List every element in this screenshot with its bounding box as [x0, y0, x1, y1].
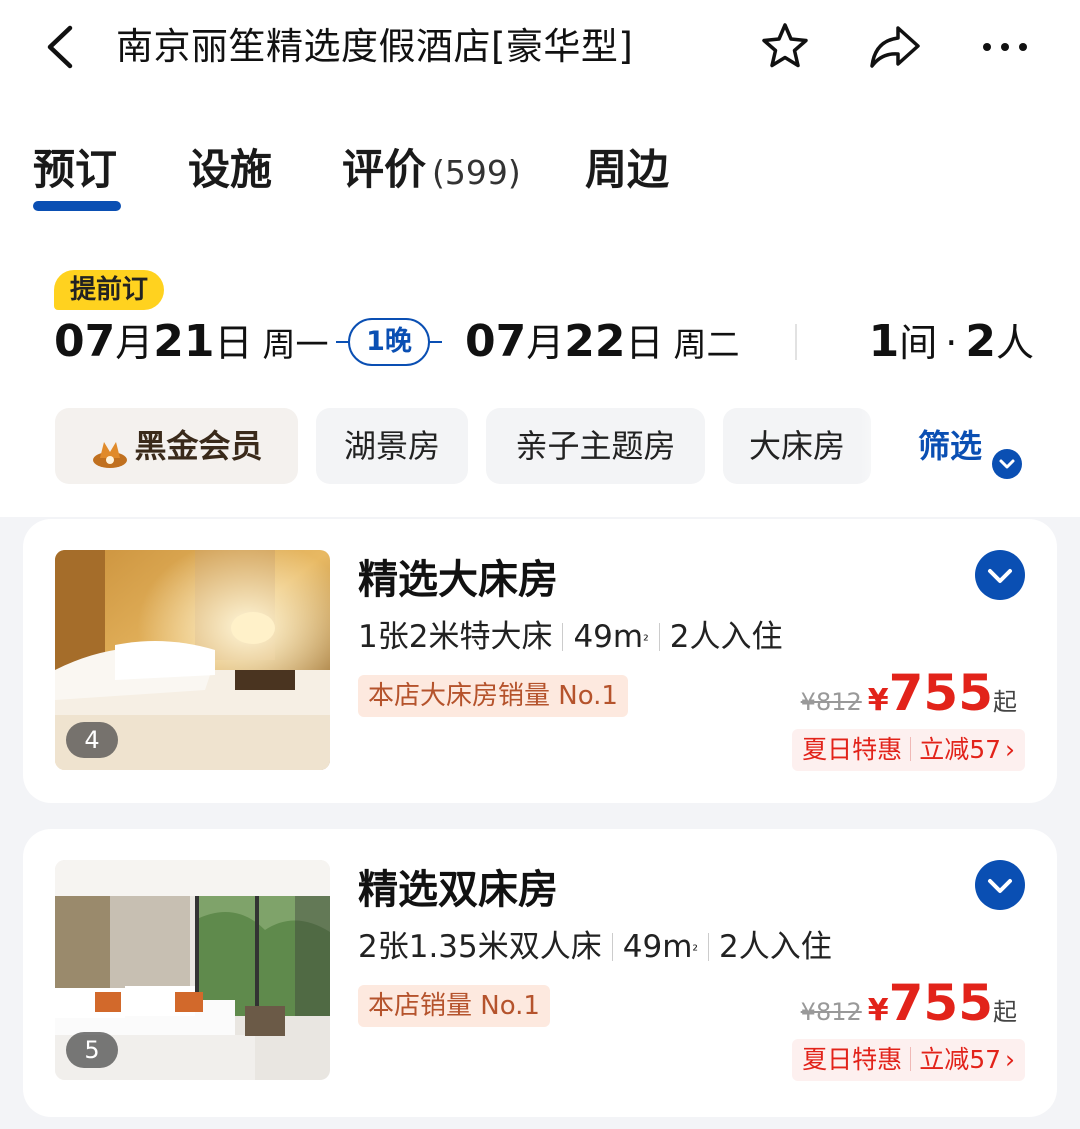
promo-divider [910, 737, 912, 761]
promo-name: 夏日特惠 [802, 1045, 903, 1074]
spec-divider [708, 932, 710, 961]
checkin-day: 21 [153, 316, 215, 367]
filter-chip-vip-label: 黑金会员 [134, 427, 263, 465]
active-tab-indicator [33, 201, 121, 211]
original-price: ¥812 [800, 688, 862, 716]
checkin-month-unit: 月 [115, 321, 154, 365]
rooms-unit: 间 [899, 321, 938, 365]
nights-count: 1晚 [348, 318, 430, 366]
promo-tag[interactable]: 夏日特惠 立减57 › [792, 1039, 1025, 1081]
sales-rank-badge: 本店大床房销量 No.1 [358, 675, 628, 717]
room-area: 49m [573, 619, 644, 655]
chevron-right-icon: › [1005, 735, 1015, 764]
spec-divider [562, 622, 564, 651]
checkin-day-unit: 日 [214, 321, 253, 365]
filter-bar: 黑金会员 湖景房 亲子主题房 大床房 筛选 [0, 408, 1080, 484]
filter-button-label: 筛选 [918, 427, 983, 465]
chevron-down-icon [992, 430, 1023, 479]
original-price: ¥812 [800, 998, 862, 1026]
back-icon[interactable] [38, 22, 88, 72]
checkout-weekday: 周二 [673, 325, 740, 364]
scroll-fade [860, 408, 900, 484]
chevron-right-icon: › [1005, 1045, 1015, 1074]
guests-num: 2 [965, 316, 996, 367]
currency-symbol: ¥ [867, 683, 889, 718]
tab-nearby[interactable]: 周边 [585, 142, 669, 198]
room-card[interactable]: 4 精选大床房 1张2米特大床 49m² 2人入住 本店大床房销量 No.1 ¥81… [23, 519, 1057, 803]
promo-discount: 立减57 [919, 1045, 1001, 1074]
occupancy: 2人入住 [669, 619, 783, 655]
current-price: 755 [888, 664, 993, 722]
price-suffix: 起 [993, 998, 1017, 1026]
date-divider [795, 324, 797, 360]
filter-chip-family[interactable]: 亲子主题房 [486, 408, 705, 484]
current-price: 755 [888, 974, 993, 1032]
date-selector[interactable]: 07月21日 周一 1晚 07月22日 周二 1间 · 2人 [54, 312, 1034, 372]
photo-count: 4 [66, 722, 118, 758]
tab-booking[interactable]: 预订 [33, 142, 117, 198]
room-area: 49m [622, 929, 693, 965]
price: ¥812 ¥755起 [801, 663, 1017, 727]
promo-tag[interactable]: 夏日特惠 立减57 › [792, 729, 1025, 771]
currency-symbol: ¥ [867, 993, 889, 1028]
price: ¥812 ¥755起 [801, 973, 1017, 1037]
bed-type: 2张1.35米双人床 [358, 929, 602, 965]
nights-line-right [428, 341, 442, 343]
checkin-weekday: 周一 [262, 325, 329, 364]
separator-dot: · [945, 321, 958, 365]
occupancy: 2人入住 [719, 929, 832, 965]
room-photo[interactable]: 4 [55, 550, 330, 770]
review-count: (599) [432, 153, 521, 192]
room-name: 精选大床房 [358, 557, 558, 603]
room-name: 精选双床房 [358, 867, 558, 913]
tab-bar: 预订 设施 评价 (599) 周边 [0, 134, 1080, 214]
checkin-date[interactable]: 07月21日 周一 [54, 312, 329, 381]
room-photo[interactable]: 5 [55, 860, 330, 1080]
promo-name: 夏日特惠 [802, 735, 903, 764]
spec-divider [611, 932, 613, 961]
sales-rank-badge: 本店销量 No.1 [358, 985, 550, 1027]
expand-room-button[interactable] [975, 860, 1025, 910]
expand-room-button[interactable] [975, 550, 1025, 600]
promo-divider [910, 1047, 912, 1071]
checkout-day-unit: 日 [625, 321, 664, 365]
bed-type: 1张2米特大床 [358, 619, 553, 655]
checkout-date[interactable]: 07月22日 周二 [465, 312, 740, 381]
area-unit-sup: ² [643, 633, 649, 649]
nights-indicator: 1晚 [336, 316, 442, 368]
filter-button[interactable]: 筛选 [918, 408, 1023, 484]
filter-chip-king-bed[interactable]: 大床房 [723, 408, 871, 484]
share-icon[interactable] [868, 20, 922, 74]
more-icon[interactable] [978, 20, 1032, 74]
room-card[interactable]: 5 精选双床房 2张1.35米双人床 49m² 2人入住 本店销量 No.1 ¥81… [23, 829, 1057, 1117]
star-icon[interactable] [758, 20, 812, 74]
checkout-month: 07 [465, 316, 527, 367]
room-specs: 1张2米特大床 49m² 2人入住 [358, 615, 782, 659]
photo-count: 5 [66, 1032, 118, 1068]
advance-booking-badge: 提前订 [54, 270, 165, 310]
filter-chip-vip[interactable]: 黑金会员 [55, 408, 298, 484]
hotel-title: 南京丽笙精选度假酒店[豪华型] [116, 25, 634, 68]
promo-discount: 立减57 [919, 735, 1001, 764]
top-bar: 南京丽笙精选度假酒店[豪华型] [0, 0, 1080, 96]
price-suffix: 起 [993, 688, 1017, 716]
chevron-down-icon [988, 879, 1012, 893]
tab-reviews-label: 评价 [342, 145, 427, 194]
rooms-guests-selector[interactable]: 1间 · 2人 [869, 312, 1034, 381]
vip-crown-icon [90, 425, 130, 468]
guests-unit: 人 [995, 321, 1034, 365]
checkout-month-unit: 月 [526, 321, 565, 365]
tab-reviews[interactable]: 评价 (599) [342, 142, 521, 201]
tab-facilities[interactable]: 设施 [188, 142, 272, 198]
room-specs: 2张1.35米双人床 49m² 2人入住 [358, 925, 832, 969]
checkin-month: 07 [54, 316, 116, 367]
area-unit-sup: ² [692, 943, 699, 959]
rooms-num: 1 [868, 316, 900, 367]
filter-chip-lake-view[interactable]: 湖景房 [316, 408, 468, 484]
checkout-day: 22 [564, 316, 626, 367]
chevron-down-icon [988, 569, 1012, 583]
spec-divider [658, 622, 660, 651]
